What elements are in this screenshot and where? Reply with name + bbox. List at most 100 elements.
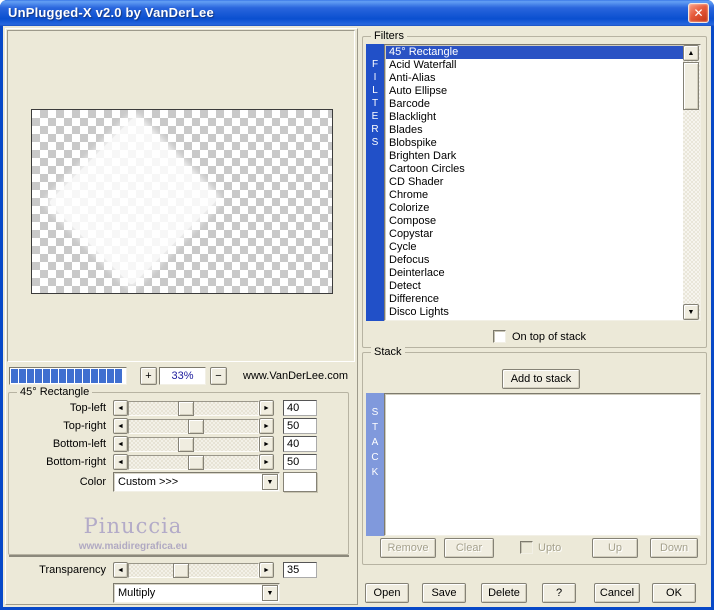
on-top-of-stack-checkbox[interactable] bbox=[493, 330, 506, 343]
filter-item[interactable]: Brighten Dark bbox=[386, 150, 683, 163]
filter-item[interactable]: Colorize bbox=[386, 202, 683, 215]
filter-item[interactable]: Cycle bbox=[386, 241, 683, 254]
transparency-label: Transparency bbox=[11, 564, 106, 576]
watermark-url: www.maidiregrafica.eu bbox=[33, 541, 233, 552]
stack-list[interactable] bbox=[384, 393, 701, 536]
bottom-left-slider-thumb[interactable] bbox=[178, 437, 194, 452]
slider-row-transparency: Transparency ◄ ► 35 bbox=[11, 562, 343, 579]
top-right-value-input[interactable]: 50 bbox=[283, 418, 317, 434]
top-right-slider-track[interactable] bbox=[128, 419, 259, 434]
filter-item[interactable]: 45° Rectangle bbox=[386, 46, 683, 59]
filter-item[interactable]: Blades bbox=[386, 124, 683, 137]
up-button[interactable]: Up bbox=[592, 538, 638, 558]
scrollbar-thumb[interactable] bbox=[683, 62, 699, 110]
bottom-right-slider-track[interactable] bbox=[128, 455, 259, 470]
zoom-level-display: 33% bbox=[159, 367, 206, 385]
upto-checkbox[interactable] bbox=[520, 541, 533, 554]
filter-item[interactable]: Blacklight bbox=[386, 111, 683, 124]
filters-list: 45° RectangleAcid WaterfallAnti-AliasAut… bbox=[386, 46, 683, 319]
down-button[interactable]: Down bbox=[650, 538, 698, 558]
filter-item[interactable]: Difference bbox=[386, 293, 683, 306]
remove-button[interactable]: Remove bbox=[380, 538, 436, 558]
upto-label: Upto bbox=[538, 542, 561, 554]
arrow-left-icon[interactable]: ◄ bbox=[113, 418, 128, 434]
vendor-website-link[interactable]: www.VanDerLee.com bbox=[228, 370, 348, 382]
scroll-down-icon[interactable]: ▼ bbox=[683, 304, 699, 320]
zoom-out-button[interactable]: − bbox=[210, 367, 227, 385]
progress-segment bbox=[115, 369, 122, 383]
chevron-down-icon[interactable]: ▼ bbox=[262, 474, 278, 490]
filter-item[interactable]: Defocus bbox=[386, 254, 683, 267]
transparency-slider-track[interactable] bbox=[128, 563, 259, 578]
filter-item[interactable]: Compose bbox=[386, 215, 683, 228]
filter-item[interactable]: Cartoon Circles bbox=[386, 163, 683, 176]
color-mode-value: Custom >>> bbox=[118, 476, 178, 488]
save-button[interactable]: Save bbox=[422, 583, 466, 603]
scroll-up-icon[interactable]: ▲ bbox=[683, 45, 699, 61]
ok-button[interactable]: OK bbox=[652, 583, 696, 603]
cancel-button[interactable]: Cancel bbox=[594, 583, 640, 603]
progress-segment bbox=[107, 369, 114, 383]
filter-item[interactable]: Deinterlace bbox=[386, 267, 683, 280]
bottom-right-label: Bottom-right bbox=[11, 456, 106, 468]
preview-image[interactable] bbox=[31, 109, 333, 294]
color-mode-select[interactable]: Custom >>> ▼ bbox=[113, 472, 280, 492]
bottom-right-value-input[interactable]: 50 bbox=[283, 454, 317, 470]
bottom-left-slider-track[interactable] bbox=[128, 437, 259, 452]
zoom-in-button[interactable]: + bbox=[140, 367, 157, 385]
arrow-right-icon[interactable]: ► bbox=[259, 454, 274, 470]
top-right-slider-thumb[interactable] bbox=[188, 419, 204, 434]
watermark-name: Pinuccia bbox=[33, 514, 233, 538]
arrow-left-icon[interactable]: ◄ bbox=[113, 562, 128, 578]
filter-item[interactable]: CD Shader bbox=[386, 176, 683, 189]
progress-segment bbox=[99, 369, 106, 383]
side-letter: A bbox=[366, 435, 384, 450]
filter-item[interactable]: Detect bbox=[386, 280, 683, 293]
delete-button[interactable]: Delete bbox=[481, 583, 527, 603]
color-swatch-button[interactable] bbox=[283, 472, 317, 492]
bottom-left-label: Bottom-left bbox=[11, 438, 106, 450]
open-button[interactable]: Open bbox=[365, 583, 409, 603]
transparency-value-input[interactable]: 35 bbox=[283, 562, 317, 578]
title-bar[interactable]: UnPlugged-X v2.0 by VanDerLee ✕ bbox=[0, 0, 714, 26]
on-top-of-stack-label: On top of stack bbox=[512, 331, 586, 343]
bottom-right-slider-thumb[interactable] bbox=[188, 455, 204, 470]
preview-panel bbox=[7, 30, 355, 362]
side-letter: E bbox=[366, 110, 384, 123]
progress-segment bbox=[75, 369, 82, 383]
close-button[interactable]: ✕ bbox=[688, 3, 709, 23]
filter-item[interactable]: Disco Lights bbox=[386, 306, 683, 319]
clear-button[interactable]: Clear bbox=[444, 538, 494, 558]
stack-side-label: STACK bbox=[366, 393, 384, 536]
filter-item[interactable]: Copystar bbox=[386, 228, 683, 241]
top-left-value-input[interactable]: 40 bbox=[283, 400, 317, 416]
arrow-right-icon[interactable]: ► bbox=[259, 436, 274, 452]
side-letter: T bbox=[366, 420, 384, 435]
color-label: Color bbox=[11, 476, 106, 488]
arrow-right-icon[interactable]: ► bbox=[259, 400, 274, 416]
transparency-slider-thumb[interactable] bbox=[173, 563, 189, 578]
filter-item[interactable]: Acid Waterfall bbox=[386, 59, 683, 72]
chevron-down-icon[interactable]: ▼ bbox=[262, 585, 278, 601]
help-button[interactable]: ? bbox=[542, 583, 576, 603]
arrow-left-icon[interactable]: ◄ bbox=[113, 400, 128, 416]
filter-item[interactable]: Chrome bbox=[386, 189, 683, 202]
blend-mode-select[interactable]: Multiply ▼ bbox=[113, 583, 280, 603]
filter-item[interactable]: Blobspike bbox=[386, 137, 683, 150]
arrow-left-icon[interactable]: ◄ bbox=[113, 454, 128, 470]
window-title: UnPlugged-X v2.0 by VanDerLee bbox=[8, 5, 214, 20]
add-to-stack-button[interactable]: Add to stack bbox=[502, 369, 580, 389]
bottom-left-value-input[interactable]: 40 bbox=[283, 436, 317, 452]
arrow-left-icon[interactable]: ◄ bbox=[113, 436, 128, 452]
filter-item[interactable]: Barcode bbox=[386, 98, 683, 111]
filter-item[interactable]: Auto Ellipse bbox=[386, 85, 683, 98]
section-divider bbox=[9, 555, 349, 557]
progress-segment bbox=[51, 369, 58, 383]
slider-row-top-right: Top-right◄►50 bbox=[11, 418, 343, 435]
arrow-right-icon[interactable]: ► bbox=[259, 418, 274, 434]
top-left-slider-track[interactable] bbox=[128, 401, 259, 416]
filters-scrollbar[interactable]: ▲ ▼ bbox=[683, 45, 700, 320]
arrow-right-icon[interactable]: ► bbox=[259, 562, 274, 578]
top-left-slider-thumb[interactable] bbox=[178, 401, 194, 416]
filter-item[interactable]: Anti-Alias bbox=[386, 72, 683, 85]
